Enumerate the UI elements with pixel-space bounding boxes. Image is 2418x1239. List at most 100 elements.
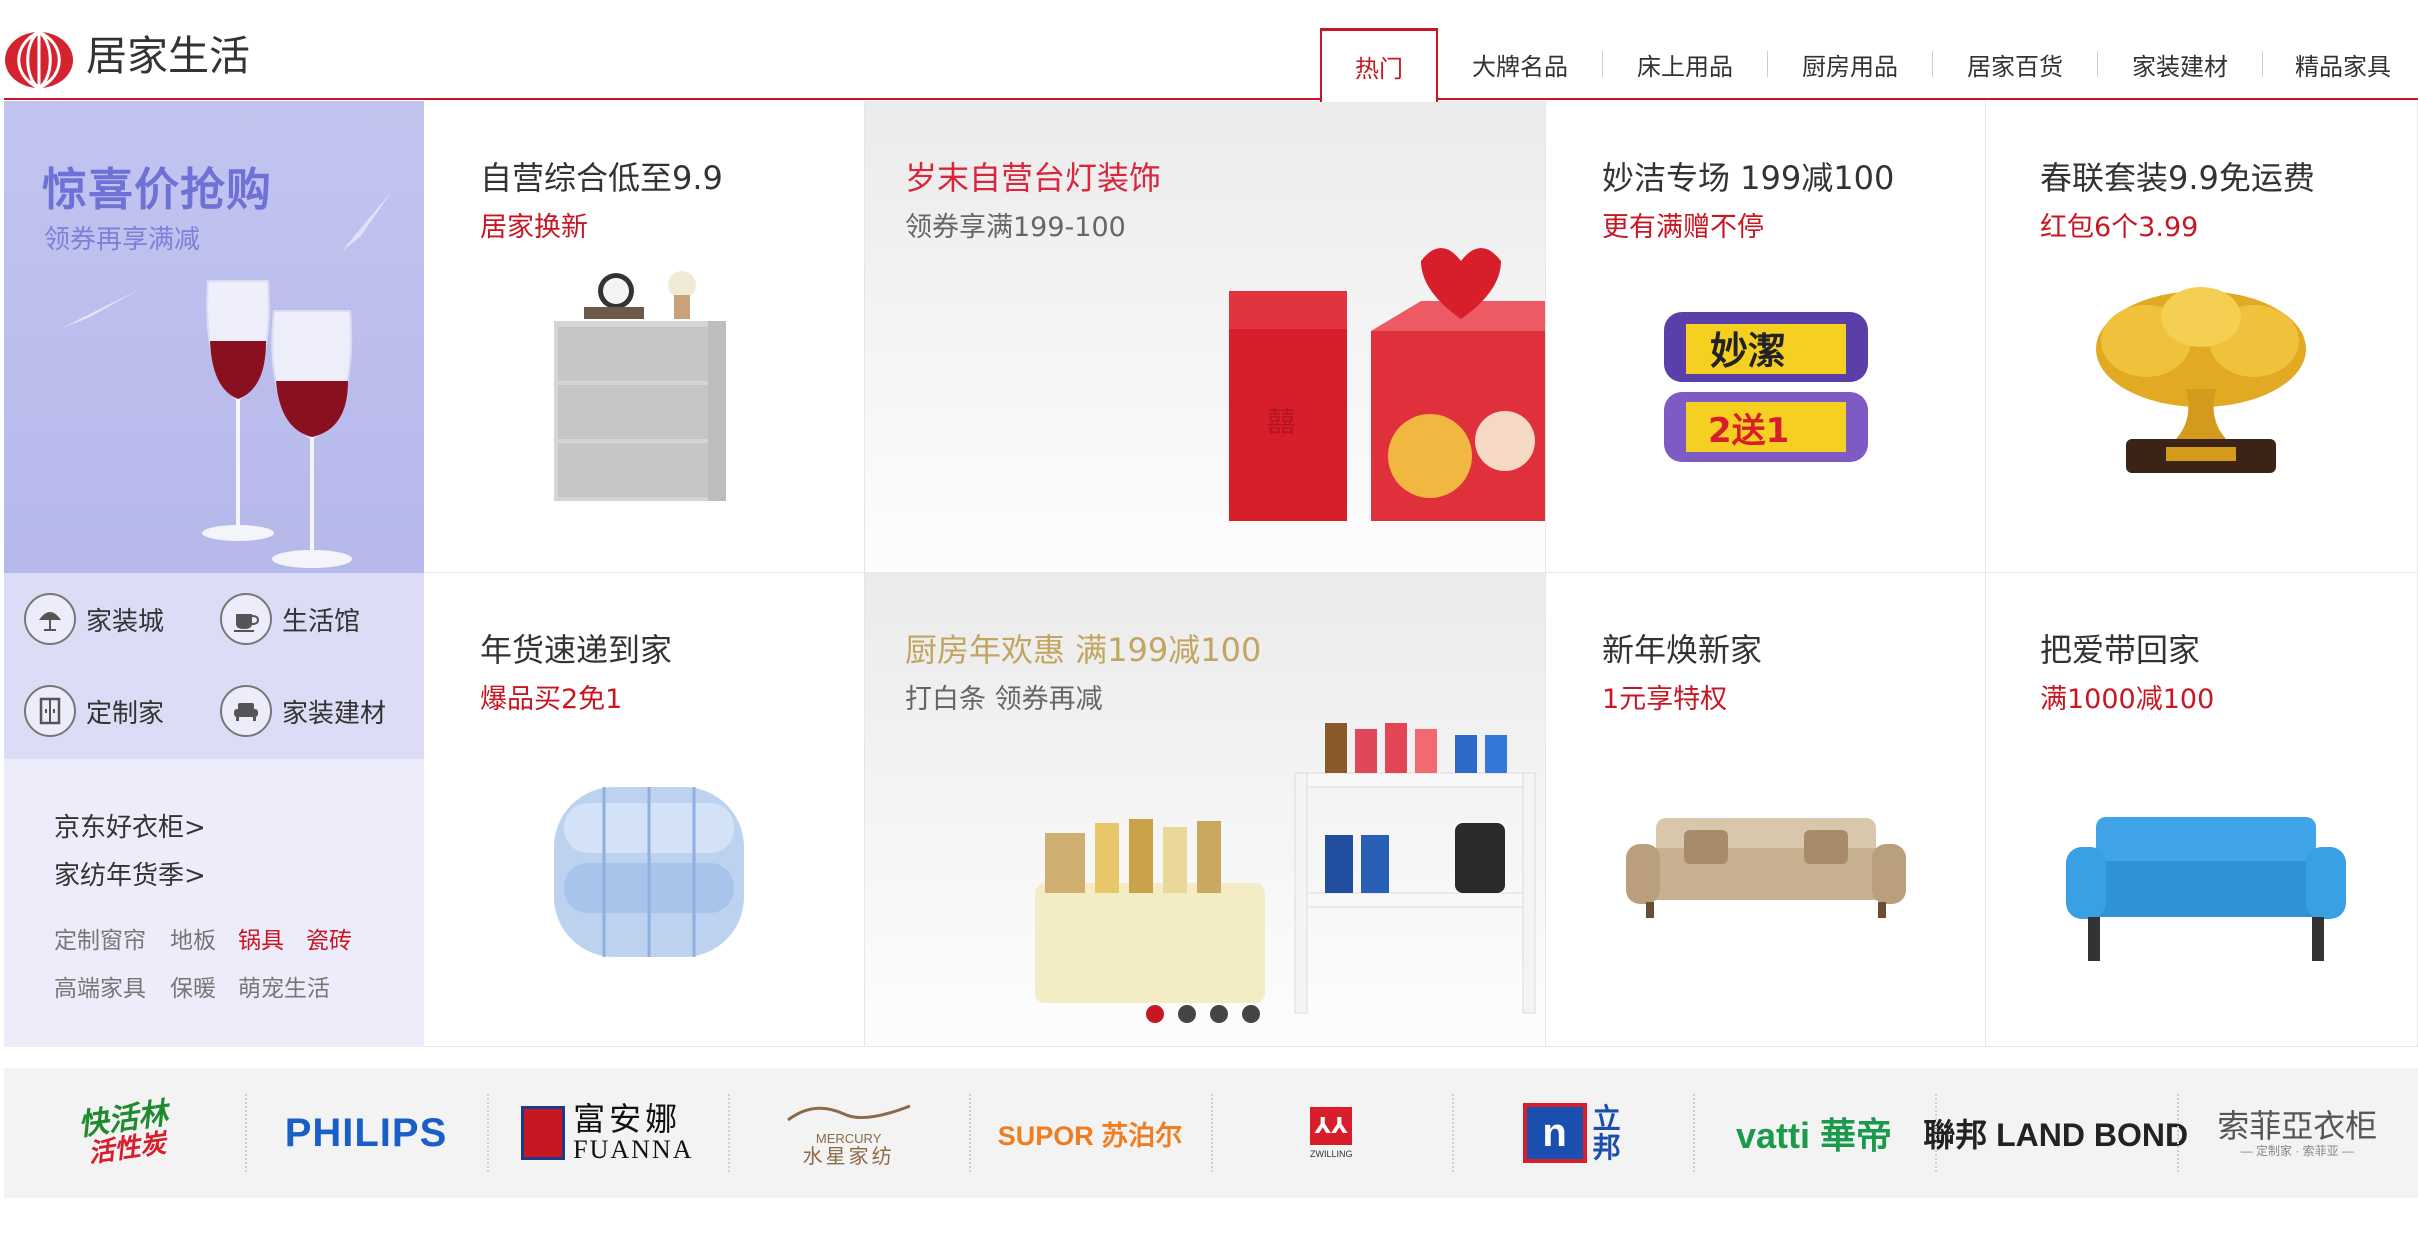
tile-subtitle: 爆品买2免1 (480, 684, 623, 715)
fuanna-emblem-icon (521, 1105, 566, 1160)
category-tabs: 热门 大牌名品 床上用品 厨房用品 居家百货 家装建材 精品家具 (1320, 28, 2418, 102)
brand-name: 立邦 (1592, 1102, 1621, 1163)
brand-logo-landbond[interactable]: 聯邦 LAND BOND (1923, 1068, 2188, 1198)
category-label: 家装建材 (282, 698, 387, 729)
brand-logo-nippon[interactable]: n 立邦 (1451, 1068, 1693, 1198)
brand-name: 水星家纺 (802, 1145, 895, 1168)
category-custom-home[interactable]: 定制家 (24, 685, 164, 737)
lantern-icon (5, 30, 73, 90)
tile-subtitle: 红包6个3.99 (2040, 212, 2199, 243)
tile-title: 年货速递到家 (480, 631, 673, 669)
category-label: 家装城 (86, 606, 165, 637)
brand-logo-vatti[interactable]: vatti 華帝 (1693, 1068, 1934, 1198)
category-building-materials[interactable]: 家装建材 (220, 685, 386, 737)
link-wardrobe[interactable]: 京东好衣柜> (54, 807, 206, 844)
kitchen-rack-image (1035, 723, 1536, 1014)
tile-title: 春联套装9.9免运费 (2040, 159, 2315, 197)
product-offer-text: 2送1 (1708, 411, 1789, 451)
brand-logo-kuaihuolin[interactable]: 快活林 活性炭 (4, 1068, 245, 1198)
category-lifestyle[interactable]: 生活馆 (220, 593, 360, 645)
carousel-dot[interactable] (1178, 1005, 1196, 1023)
carousel-dot[interactable] (1210, 1005, 1228, 1023)
link-premium-furniture[interactable]: 高端家具 (54, 969, 146, 1003)
sparkle-icon (60, 289, 140, 329)
link-pet-life[interactable]: 萌宠生活 (238, 969, 330, 1003)
tile-subtitle: 领券享满199-100 (905, 212, 1126, 243)
tile-title: 新年焕新家 (1602, 631, 1763, 669)
header-underline (4, 98, 2418, 100)
product-brand-text: 妙潔 (1710, 329, 1786, 373)
brand-name: 聯邦 LAND BOND (1923, 1117, 2189, 1153)
brand-logo-sogal[interactable]: 索菲亞衣柜 — 定制家 · 索菲亚 — (2176, 1068, 2418, 1198)
nightstand-image (554, 271, 726, 501)
tab-furniture[interactable]: 精品家具 (2263, 28, 2418, 100)
brand-name: FUANNA (573, 1135, 694, 1165)
tab-hot[interactable]: 热门 (1320, 28, 1438, 102)
tab-brands[interactable]: 大牌名品 (1438, 28, 1602, 100)
promo-tile[interactable]: 把爱带回家 满1000减100 (1986, 573, 2418, 1047)
carousel-dot[interactable] (1146, 1005, 1164, 1023)
zwilling-twins-icon: ⅄⅄ (1310, 1107, 1353, 1145)
promo-title: 惊喜价抢购 (42, 163, 273, 216)
brand-logo-fuanna[interactable]: 富安娜 FUANNA (486, 1068, 728, 1198)
promo-tile[interactable]: 妙洁专场 199减100 更有满赠不停 妙潔 2送1 (1546, 101, 1986, 573)
quick-links: 京东好衣柜> 家纺年货季> 定制窗帘 地板 锅具 瓷砖 高端家具 保暖 萌宠生活 (4, 759, 424, 1047)
tile-title: 厨房年欢惠 满199减100 (905, 631, 1262, 669)
carousel-tile[interactable]: 厨房年欢惠 满199减100 打白条 领券再减 (865, 573, 1546, 1047)
brand-name: PHILIPS (284, 1110, 448, 1155)
category-label: 定制家 (86, 698, 165, 729)
promo-banner[interactable]: 惊喜价抢购 领券再享满减 (4, 101, 424, 573)
link-tiles[interactable]: 瓷砖 (306, 921, 352, 955)
main-floor: 惊喜价抢购 领券再享满减 家装城 生活馆 定制家 家装建材 京东好衣柜> 家纺年… (4, 101, 2418, 1047)
link-curtains[interactable]: 定制窗帘 (54, 921, 146, 955)
promo-tile[interactable]: 岁末自营台灯装饰 领券享满199-100 囍 (865, 101, 1546, 573)
tile-subtitle: 打白条 领券再减 (905, 684, 1103, 715)
brand-logo-philips[interactable]: PHILIPS (245, 1068, 486, 1198)
category-label: 生活馆 (282, 606, 361, 637)
promo-tile[interactable]: 自营综合低至9.9 居家换新 (424, 101, 865, 573)
link-flooring[interactable]: 地板 (170, 921, 216, 955)
promo-subtitle: 领券再享满减 (44, 225, 201, 255)
promo-tile[interactable]: 新年焕新家 1元享特权 (1546, 573, 1986, 1047)
link-warmth[interactable]: 保暖 (170, 969, 216, 1003)
red-envelope-gift-image: 囍 (1229, 248, 1545, 521)
sparkle-icon (342, 191, 392, 251)
link-textile-festival[interactable]: 家纺年货季> (54, 855, 206, 892)
tab-bedding[interactable]: 床上用品 (1603, 28, 1767, 100)
beige-sofa-image (1626, 818, 1906, 918)
garbage-bags-image: 妙潔 2送1 (1664, 312, 1868, 462)
nippon-logo-icon: n (1522, 1103, 1587, 1163)
promo-tile[interactable]: 春联套装9.9免运费 红包6个3.99 (1986, 101, 2418, 573)
carousel-dot[interactable] (1242, 1005, 1260, 1023)
header: 居家生活 热门 大牌名品 床上用品 厨房用品 居家百货 家装建材 精品家具 (0, 0, 2418, 102)
brand-name: vatti 華帝 (1735, 1115, 1892, 1156)
cup-icon (220, 593, 272, 645)
brand-logo-zwilling[interactable]: ⅄⅄ ZWILLING (1210, 1068, 1452, 1198)
category-home-mall[interactable]: 家装城 (24, 593, 164, 645)
brand-name: 索菲亞衣柜 (2217, 1106, 2378, 1145)
tile-title: 岁末自营台灯装饰 (905, 159, 1162, 197)
tile-subtitle: 居家换新 (480, 212, 588, 243)
brand-name: 富安娜 (573, 1099, 682, 1138)
carousel-dots (1146, 1005, 1260, 1023)
sofa-icon (220, 685, 272, 737)
tab-household[interactable]: 居家百货 (1933, 28, 2097, 100)
mercury-swoosh-icon (786, 1104, 911, 1122)
tab-kitchen[interactable]: 厨房用品 (1768, 28, 1932, 100)
tile-title: 妙洁专场 199减100 (1602, 159, 1895, 197)
brand-logos: 快活林 活性炭 PHILIPS 富安娜 FUANNA MERCURY 水星家纺 … (4, 1068, 2418, 1198)
promo-tile[interactable]: 年货速递到家 爆品买2免1 (424, 573, 865, 1047)
link-cookware[interactable]: 锅具 (238, 921, 284, 955)
brand-name: ZWILLING (1310, 1149, 1353, 1159)
quilt-image (554, 787, 744, 957)
tile-subtitle: 满1000减100 (2040, 684, 2215, 715)
tile-title: 把爱带回家 (2040, 631, 2201, 669)
brand-logo-supor[interactable]: SUPOR 苏泊尔 (969, 1068, 1210, 1198)
blue-sofa-image (2066, 817, 2346, 961)
tab-building-materials[interactable]: 家装建材 (2098, 28, 2262, 100)
left-panel: 惊喜价抢购 领券再享满减 家装城 生活馆 定制家 家装建材 京东好衣柜> 家纺年… (4, 101, 424, 1047)
brand-logo-mercury[interactable]: MERCURY 水星家纺 (727, 1068, 969, 1198)
wardrobe-icon (24, 685, 76, 737)
golden-tree-image (2096, 287, 2306, 473)
tile-subtitle: 更有满赠不停 (1602, 212, 1764, 243)
